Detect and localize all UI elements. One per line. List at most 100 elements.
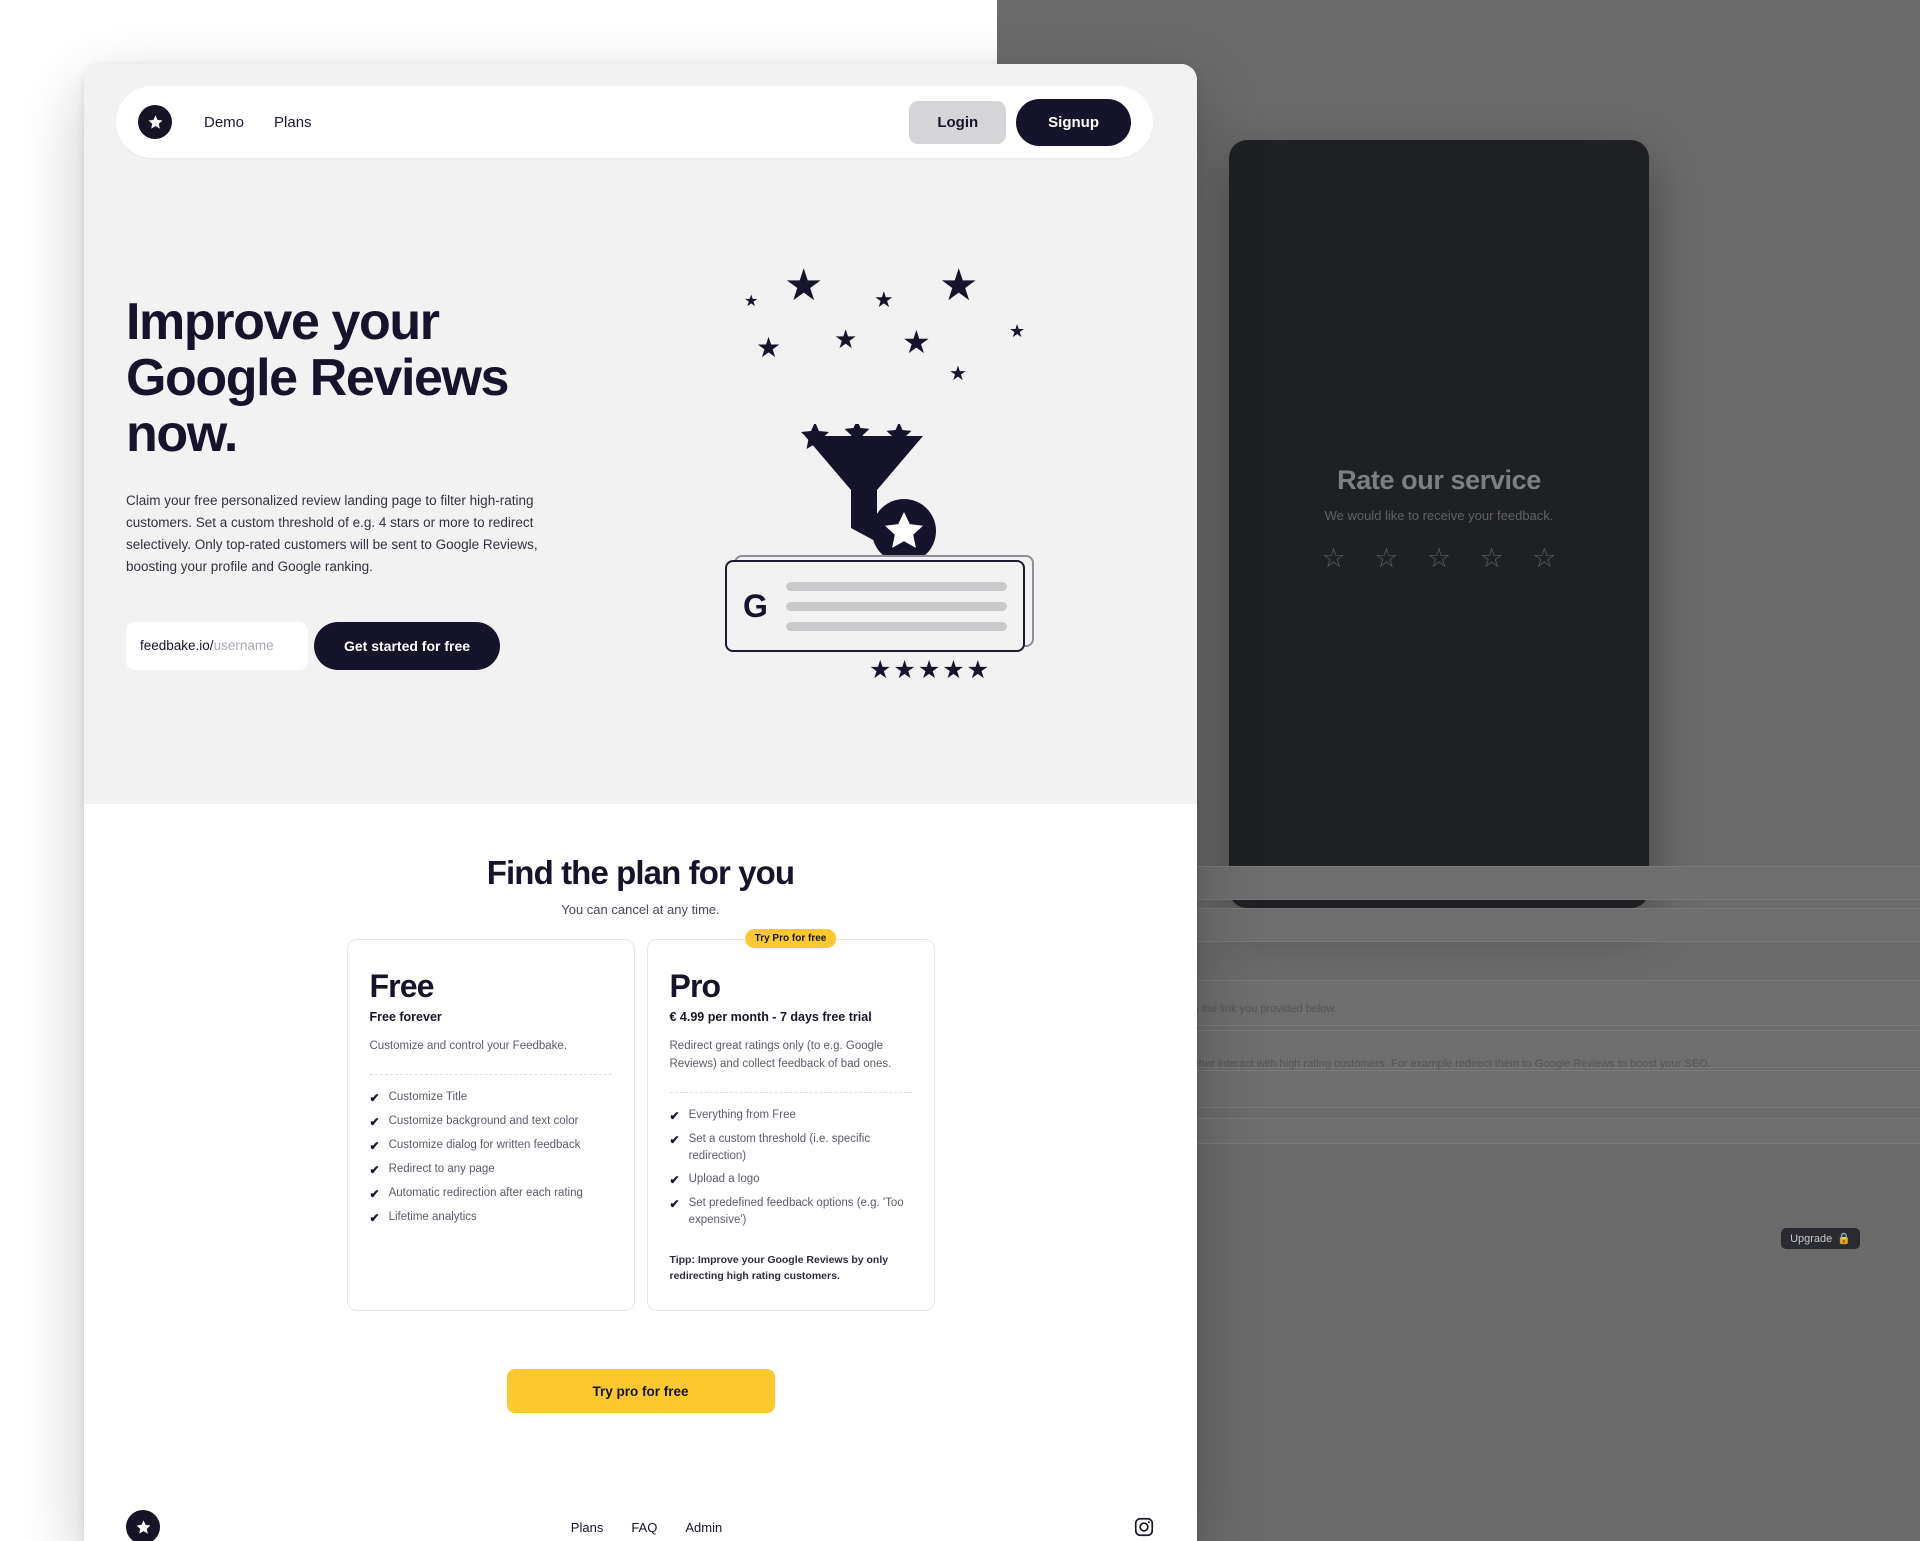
star-icon[interactable]: ☆ (1480, 545, 1504, 572)
check-icon: ✔ (369, 1162, 380, 1177)
divider (369, 1073, 612, 1075)
hero-section: Demo Plans Login Signup Improve your Goo… (84, 64, 1197, 804)
star-circle-icon (872, 499, 936, 563)
plan-feature: ✔ Lifetime analytics (370, 1209, 612, 1227)
check-icon: ✔ (369, 1090, 380, 1105)
google-g-icon: G (743, 588, 768, 624)
username-input[interactable]: feedbake.io/username (126, 621, 308, 670)
plan-feature-label: Lifetime analytics (388, 1210, 477, 1223)
check-icon: ✔ (669, 1197, 680, 1212)
username-placeholder: username (213, 638, 274, 654)
hero-title-line-1: Improve your (126, 293, 440, 351)
plan-description: Redirect great ratings only (to e.g. Goo… (669, 1040, 892, 1070)
page-footer: Plans FAQ Admin © 2024 Feedbake Terms Pr… (84, 1501, 1197, 1541)
plan-feature: ✔ Customize dialog for written feedback (370, 1137, 612, 1155)
star-icon: ★ (744, 293, 759, 310)
nav-links: Demo Plans (204, 114, 312, 131)
pricing-title: Find the plan for you (486, 854, 795, 891)
star-icon: ★ (874, 287, 894, 312)
nav-actions: Login Signup (909, 98, 1131, 146)
plan-feature-list: ✔ Everything from Free ✔ Set a custom thre… (670, 1107, 912, 1230)
plan-price: € 4.99 per month - 7 days free trial (669, 1010, 872, 1024)
plan-description: Customize and control your Feedbake. (369, 1040, 568, 1052)
plan-feature: ✔ Customize background and text color (370, 1113, 612, 1131)
review-star-rating: ★★★★★ (869, 656, 992, 684)
brand-logo-icon[interactable] (138, 105, 172, 139)
plan-name: Free (369, 968, 435, 1004)
nav-link-demo[interactable]: Demo (204, 114, 244, 131)
nav-link-plans[interactable]: Plans (274, 114, 312, 131)
preview-title: Rate our service (1337, 465, 1541, 495)
plan-name: Pro (669, 968, 722, 1004)
main-navbar: Demo Plans Login Signup (116, 86, 1153, 158)
hero-title-line-3: now. (126, 405, 238, 464)
hero-illustration: ★ ★ ★ ★ ★ ★ ★ ★ ★ G ★★★★★ (724, 264, 1084, 684)
pricing-section: Find the plan for you You can cancel at … (84, 804, 1197, 1414)
review-card: G (725, 560, 1025, 652)
star-icon[interactable]: ☆ (1374, 545, 1398, 572)
footer-row: Plans FAQ Admin (126, 1501, 1155, 1541)
check-icon: ✔ (369, 1210, 380, 1225)
plan-feature-list: ✔ Customize Title ✔ Customize background a… (370, 1089, 612, 1227)
placeholder-line (785, 601, 1007, 611)
footer-link-admin[interactable]: Admin (685, 1520, 722, 1535)
upgrade-button[interactable]: Upgrade 🔒 (1781, 1228, 1860, 1249)
rating-preview-card: Rate our service We would like to receiv… (1229, 140, 1649, 908)
footer-link-faq[interactable]: FAQ (631, 1520, 657, 1535)
star-icon: ★ (1009, 321, 1026, 341)
check-icon: ✔ (369, 1186, 380, 1201)
plan-feature: ✔ Customize Title (370, 1089, 612, 1107)
check-icon: ✔ (669, 1108, 680, 1123)
lock-icon: 🔒 (1837, 1233, 1851, 1245)
preview-star-rating[interactable]: ☆ ☆ ☆ ☆ ☆ (1229, 545, 1649, 572)
plan-feature-label: Set a custom threshold (i.e. specific re… (688, 1132, 871, 1162)
check-icon: ✔ (669, 1132, 680, 1147)
pricing-subtitle: You can cancel at any time. (561, 902, 720, 917)
star-icon: ★ (756, 332, 782, 363)
star-icon: ★ (834, 324, 858, 354)
footer-logo-icon[interactable] (126, 1510, 160, 1541)
plan-feature: ✔ Set a custom threshold (i.e. specific r… (670, 1131, 912, 1166)
plan-card-free[interactable]: Free Free forever Customize and control … (346, 939, 635, 1312)
preview-subtitle: We would like to receive your feedback. (1324, 508, 1554, 523)
placeholder-line (785, 581, 1007, 591)
plan-feature-label: Set predefined feedback options (e.g. 'T… (688, 1197, 904, 1227)
star-icon: ★ (949, 363, 967, 385)
review-placeholder-lines (785, 581, 1007, 631)
plan-feature: ✔ Redirect to any page (370, 1161, 612, 1179)
footer-link-plans[interactable]: Plans (571, 1520, 604, 1535)
divider (669, 1091, 912, 1093)
check-icon: ✔ (369, 1138, 380, 1153)
plan-feature-label: Redirect to any page (388, 1162, 495, 1175)
plan-feature-label: Upload a logo (688, 1173, 760, 1186)
try-pro-button[interactable]: Try pro for free (506, 1369, 775, 1414)
placeholder-line (785, 621, 1007, 631)
star-icon: ★ (939, 261, 979, 310)
plan-feature-label: Customize dialog for written feedback (388, 1138, 581, 1151)
plan-card-pro[interactable]: Try Pro for free Pro € 4.99 per month - … (646, 929, 935, 1312)
signup-form: feedbake.io/username Get started for fre… (126, 621, 606, 670)
plan-badge: Try Pro for free (744, 929, 837, 948)
check-icon: ✔ (669, 1173, 680, 1188)
plan-feature: ✔ Automatic redirection after each rating (370, 1185, 612, 1203)
upgrade-label: Upgrade (1790, 1232, 1833, 1245)
plan-feature-label: Everything from Free (688, 1108, 796, 1121)
plan-feature: ✔ Upload a logo (670, 1171, 912, 1189)
star-icon: ★ (784, 261, 824, 310)
get-started-button[interactable]: Get started for free (314, 621, 501, 670)
plan-feature-label: Automatic redirection after each rating (388, 1186, 583, 1199)
plan-feature: ✔ Set predefined feedback options (e.g. '… (670, 1195, 912, 1230)
instagram-icon[interactable] (1133, 1516, 1155, 1538)
star-icon[interactable]: ☆ (1322, 545, 1346, 572)
signup-button[interactable]: Signup (1016, 98, 1131, 146)
hero-title: Improve your Google Reviews now. (126, 294, 606, 462)
landing-page-window: Demo Plans Login Signup Improve your Goo… (84, 64, 1197, 1541)
star-icon[interactable]: ☆ (1427, 545, 1451, 572)
plan-cards: Free Free forever Customize and control … (84, 929, 1197, 1312)
login-button[interactable]: Login (909, 100, 1007, 144)
plan-tip: Tipp: Improve your Google Reviews by onl… (669, 1253, 889, 1282)
star-icon[interactable]: ☆ (1532, 545, 1556, 572)
hero-title-line-2: Google Reviews (126, 349, 509, 408)
footer-links: Plans FAQ Admin (571, 1520, 722, 1535)
hero-description: Claim your free personalized review land… (126, 493, 538, 575)
